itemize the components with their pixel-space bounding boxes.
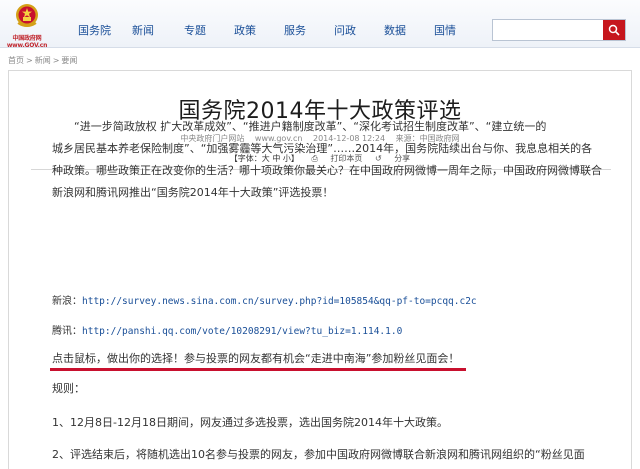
site-logo[interactable]: 中国政府网 www.GOV.cn: [6, 3, 48, 49]
article-intro-paragraph: “进一步简政放权 扩大改革成效”、“推进户籍制度改革”、“深化考试招生制度改革”…: [52, 116, 602, 204]
search-box: [492, 19, 626, 41]
rule-item-2: 2、评选结束后，将随机选出10名参与投票的网友，参加中国政府网微博联合新浪网和腾…: [52, 448, 585, 461]
nav-item-inquiry[interactable]: 问政: [334, 22, 356, 38]
rules-heading: 规则：: [52, 382, 85, 395]
breadcrumb-home[interactable]: 首页: [8, 56, 24, 65]
sina-vote-link[interactable]: http://survey.news.sina.com.cn/survey.ph…: [82, 296, 477, 307]
tencent-label: 腾讯：: [52, 326, 82, 337]
national-emblem-icon: [16, 4, 38, 27]
highlight-underline: [50, 368, 466, 371]
breadcrumb: 首页 > 新闻 > 要闻: [8, 55, 77, 66]
call-to-action-text: 点击鼠标，做出你的选择！参与投票的网友都有机会“走进中南海”参加粉丝见面会！: [52, 352, 460, 365]
tencent-link-row: 腾讯：http://panshi.qq.com/vote/10208291/vi…: [52, 322, 402, 337]
nav-item-news[interactable]: 新闻: [132, 22, 154, 38]
logo-text: 中国政府网 www.GOV.cn: [6, 35, 48, 49]
search-input[interactable]: [493, 20, 603, 40]
search-icon: [608, 24, 620, 36]
site-header: 中国政府网 www.GOV.cn 国务院 新闻 专题 政策 服务 问政 数据 国…: [0, 0, 640, 49]
intro-line: “进一步简政放权 扩大改革成效”、“推进户籍制度改革”、“深化考试招生制度改革”…: [74, 120, 547, 133]
breadcrumb-separator: >: [52, 56, 60, 65]
breadcrumb-separator: >: [26, 56, 33, 65]
sina-label: 新浪：: [52, 296, 82, 307]
breadcrumb-headlines[interactable]: 要闻: [61, 56, 77, 65]
nav-item-topics[interactable]: 专题: [184, 22, 206, 38]
rule-item-1: 1、12月8日-12月18日期间，网友通过多选投票，选出国务院2014年十大政策…: [52, 416, 448, 429]
intro-line: 新浪网和腾讯网推出“国务院2014年十大政策”评选投票！: [52, 186, 334, 199]
search-button[interactable]: [603, 20, 625, 40]
nav-item-policy[interactable]: 政策: [234, 22, 256, 38]
sina-link-row: 新浪：http://survey.news.sina.com.cn/survey…: [52, 292, 477, 307]
intro-line: 种政策。哪些政策正在改变你的生活？哪十项政策你最关心？在中国政府网微博一周年之际…: [52, 164, 602, 177]
nav-item-national-info[interactable]: 国情: [434, 22, 456, 38]
intro-line: 城乡居民基本养老保险制度”、“加强雾霾等大气污染治理”……2014年，国务院陆续…: [52, 142, 593, 155]
nav-item-state-council[interactable]: 国务院: [78, 22, 111, 38]
tencent-vote-link[interactable]: http://panshi.qq.com/vote/10208291/view?…: [82, 326, 402, 337]
breadcrumb-news[interactable]: 新闻: [35, 56, 51, 65]
nav-item-data[interactable]: 数据: [384, 22, 406, 38]
nav-item-services[interactable]: 服务: [284, 22, 306, 38]
